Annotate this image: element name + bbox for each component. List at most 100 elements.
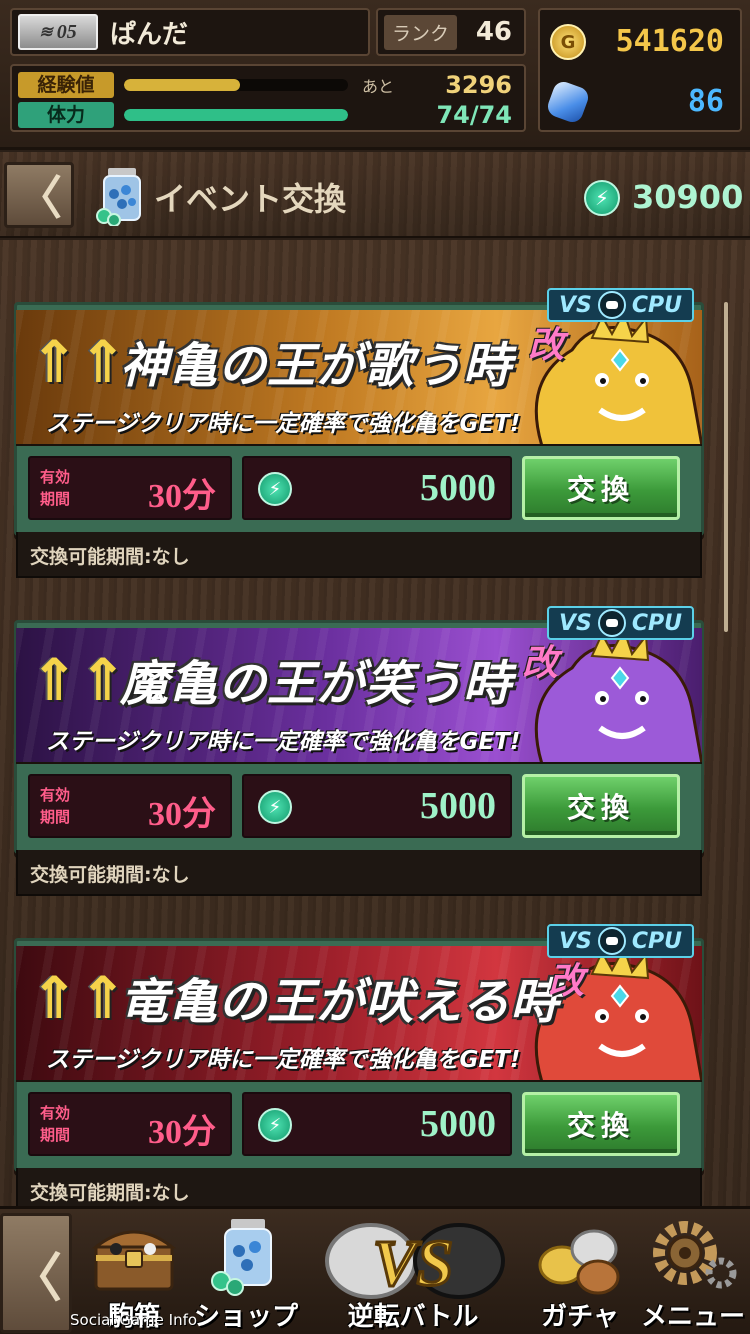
exchange-info-row: 有効 期間 30分 ⚡ 5000 交換 xyxy=(28,774,690,838)
page-title: イベント交換 xyxy=(154,180,347,218)
rank-value: 46 xyxy=(475,17,512,47)
duration-label-line1: 有効 xyxy=(40,786,71,804)
duration-label-line2: 期間 xyxy=(40,808,71,826)
event-subtitle: ステージクリア時に一定確率で強化亀をGET! xyxy=(46,411,521,437)
status-bar: ≋ 05 ぱんだ ランク 46 経験値 あと 3296 体力 74/74 G 5… xyxy=(0,0,750,150)
event-title-suffix: 改 xyxy=(548,961,585,1002)
level-badge-value: 05 xyxy=(56,20,77,43)
event-subtitle: ステージクリア時に一定確率で強化亀をGET! xyxy=(46,1047,521,1073)
nav-item-reverse-battle[interactable]: VS 逆転バトル xyxy=(302,1209,524,1334)
cost-box: ⚡ 5000 xyxy=(242,456,512,520)
nav-item-menu[interactable]: メニュー xyxy=(636,1209,750,1334)
exchange-period: 交換可能期間:なし xyxy=(16,1168,702,1206)
cpu-label: CPU xyxy=(631,610,682,636)
event-title-suffix: 改 xyxy=(522,643,559,684)
page-header: 〈 イベント交換 ⚡ 30900 xyxy=(0,152,750,238)
nav-label: 逆転バトル xyxy=(347,1302,479,1332)
gear-icon xyxy=(653,1221,737,1289)
cost-box: ⚡ 5000 xyxy=(242,1092,512,1156)
exp-bar-fill xyxy=(124,79,241,91)
event-medal-icon: ⚡ xyxy=(258,790,292,824)
nav-label: ショップ xyxy=(193,1302,298,1332)
svg-text:VS: VS xyxy=(373,1227,454,1300)
gem-icon xyxy=(544,78,592,126)
cpu-robot-icon xyxy=(597,927,626,955)
exchange-card: VS CPU ⇑⇑ 竜亀の王が吠える時 改 ステージクリア時に一定確率で強化亀を… xyxy=(14,876,704,1206)
gold-value: 541620 xyxy=(615,24,724,59)
player-name-panel: ≋ 05 ぱんだ xyxy=(10,8,370,56)
event-title-suffix: 改 xyxy=(528,325,565,366)
duration-label-line2: 期間 xyxy=(40,490,71,508)
player-name: ぱんだ xyxy=(110,19,189,50)
currency-panel: G 541620 86 xyxy=(538,8,742,132)
exp-value: 3296 xyxy=(445,71,512,99)
exchange-button[interactable]: 交換 xyxy=(522,1092,680,1156)
vs-label: VS xyxy=(558,610,592,636)
stamina-bar-fill xyxy=(124,109,348,121)
stamina-value: 74/74 xyxy=(436,101,512,129)
event-title: 神亀の王が歌う時 xyxy=(120,340,513,393)
stamina-row: 体力 74/74 xyxy=(18,101,518,129)
cpu-robot-icon xyxy=(597,291,626,319)
cpu-robot-icon xyxy=(597,609,626,637)
vs-cpu-badge: VS CPU xyxy=(546,606,694,640)
exp-row: 経験値 あと 3296 xyxy=(18,71,518,99)
event-banner: ⇑⇑ 竜亀の王が吠える時 改 ステージクリア時に一定確率で強化亀をGET! xyxy=(16,946,702,1082)
event-subtitle: ステージクリア時に一定確率で強化亀をGET! xyxy=(46,729,521,755)
nav-item-shop[interactable]: ショップ xyxy=(190,1209,302,1334)
exchange-info-row: 有効 期間 30分 ⚡ 5000 交換 xyxy=(28,456,690,520)
duration-box: 有効 期間 30分 xyxy=(28,456,232,520)
duration-box: 有効 期間 30分 xyxy=(28,1092,232,1156)
scrollbar[interactable] xyxy=(724,302,728,632)
duration-label-line1: 有効 xyxy=(40,468,71,486)
event-medal-icon: ⚡ xyxy=(258,472,292,506)
exchange-card: VS CPU ⇑⇑ 神亀の王が歌う時 改 ステージクリア時に一定確率で強化亀をG… xyxy=(14,240,704,578)
nav-label: ガチャ xyxy=(541,1302,619,1332)
cost-value: 5000 xyxy=(420,467,496,509)
exchange-info-row: 有効 期間 30分 ⚡ 5000 交換 xyxy=(28,1092,690,1156)
exchange-button[interactable]: 交換 xyxy=(522,456,680,520)
cost-value: 5000 xyxy=(420,785,496,827)
cost-box: ⚡ 5000 xyxy=(242,774,512,838)
duration-value: 30分 xyxy=(148,1114,216,1151)
duration-label-line1: 有効 xyxy=(40,1104,71,1122)
event-banner: ⇑⇑ 神亀の王が歌う時 改 ステージクリア時に一定確率で強化亀をGET! xyxy=(16,310,702,446)
vs-label: VS xyxy=(558,292,592,318)
duration-value: 30分 xyxy=(148,478,216,515)
exchange-card: VS CPU ⇑⇑ 魔亀の王が笑う時 改 ステージクリア時に一定確率で強化亀をG… xyxy=(14,558,704,896)
exp-bar xyxy=(124,79,348,91)
cpu-label: CPU xyxy=(631,292,682,318)
duration-box: 有効 期間 30分 xyxy=(28,774,232,838)
event-banner: ⇑⇑ 魔亀の王が笑う時 改 ステージクリア時に一定確率で強化亀をGET! xyxy=(16,628,702,764)
cpu-label: CPU xyxy=(631,928,682,954)
gem-value: 86 xyxy=(687,84,724,119)
cost-value: 5000 xyxy=(420,1103,496,1145)
upgrade-arrows-icon: ⇑⇑ xyxy=(30,964,128,1032)
stamina-label: 体力 xyxy=(18,102,114,128)
medal-jar-icon xyxy=(96,168,141,226)
exchange-button[interactable]: 交換 xyxy=(522,774,680,838)
event-points-value: 30900 xyxy=(632,178,744,216)
event-title: 竜亀の王が吠える時 xyxy=(120,976,560,1029)
upgrade-arrows-icon: ⇑⇑ xyxy=(30,646,128,714)
exchange-list[interactable]: VS CPU ⇑⇑ 神亀の王が歌う時 改 ステージクリア時に一定確率で強化亀をG… xyxy=(0,240,750,1206)
level-badge: ≋ 05 xyxy=(18,14,98,50)
event-title: 魔亀の王が笑う時 xyxy=(120,658,513,711)
nav-label: メニュー xyxy=(640,1302,745,1332)
vs-cpu-badge: VS CPU xyxy=(546,924,694,958)
rank-panel: ランク 46 xyxy=(376,8,526,56)
vs-label: VS xyxy=(558,928,592,954)
upgrade-arrows-icon: ⇑⇑ xyxy=(30,328,128,396)
duration-value: 30分 xyxy=(148,796,216,833)
coins-icon xyxy=(538,1229,620,1295)
chest-icon xyxy=(91,1230,177,1291)
exp-label: 経験値 xyxy=(18,72,114,98)
jar-icon xyxy=(211,1219,272,1296)
stamina-bar xyxy=(124,109,348,121)
nav-item-gacha[interactable]: ガチャ xyxy=(524,1209,636,1334)
nav-back-button[interactable]: 〈 xyxy=(0,1213,72,1333)
exp-stamina-panel: 経験値 あと 3296 体力 74/74 xyxy=(10,64,526,132)
back-button[interactable]: 〈 xyxy=(4,162,74,228)
chevron-left-icon: 〈 xyxy=(16,171,62,225)
chevron-left-icon: 〈 xyxy=(9,1248,62,1309)
